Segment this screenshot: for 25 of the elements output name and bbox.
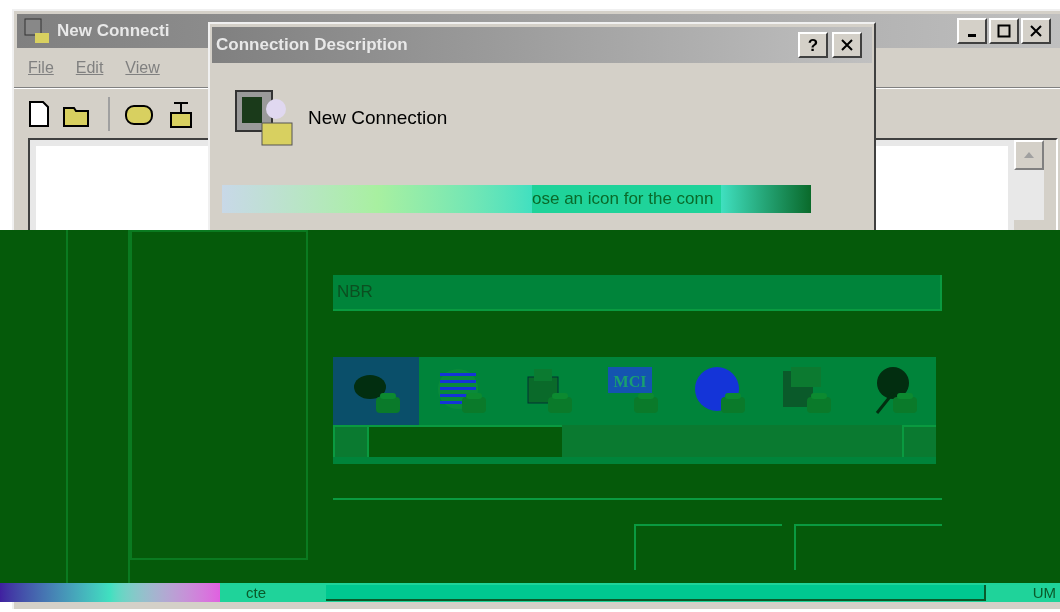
status-text: cte <box>246 585 266 600</box>
maximize-icon <box>997 24 1011 38</box>
close-button[interactable] <box>832 32 862 58</box>
horizontal-scrollbar[interactable] <box>333 425 936 457</box>
menu-item[interactable]: Edit <box>75 55 104 80</box>
close-button[interactable] <box>1021 18 1051 44</box>
close-icon <box>840 38 854 52</box>
window-title: New Connecti <box>57 20 170 43</box>
menu-item[interactable]: View <box>125 55 160 80</box>
close-icon <box>1029 24 1043 38</box>
new-document-icon <box>28 100 50 127</box>
help-button[interactable]: ? <box>798 32 828 58</box>
computer-phone-icon <box>232 87 296 149</box>
menu-item[interactable]: File <box>28 55 54 80</box>
connection-heading: New Connection <box>308 105 448 130</box>
maximize-button[interactable] <box>989 18 1019 44</box>
status-text: UM <box>1032 585 1056 600</box>
minimize-button[interactable] <box>957 18 987 44</box>
icon-list[interactable]: MCI <box>333 357 936 464</box>
icon-option[interactable] <box>333 357 420 425</box>
instruction-text: ose an icon for the conn <box>532 185 722 213</box>
minimize-icon <box>968 33 976 37</box>
scrollbar[interactable] <box>1014 140 1044 220</box>
dialog-title: Connection Description <box>216 34 408 57</box>
scroll-up-arrow-icon[interactable] <box>1023 151 1035 159</box>
